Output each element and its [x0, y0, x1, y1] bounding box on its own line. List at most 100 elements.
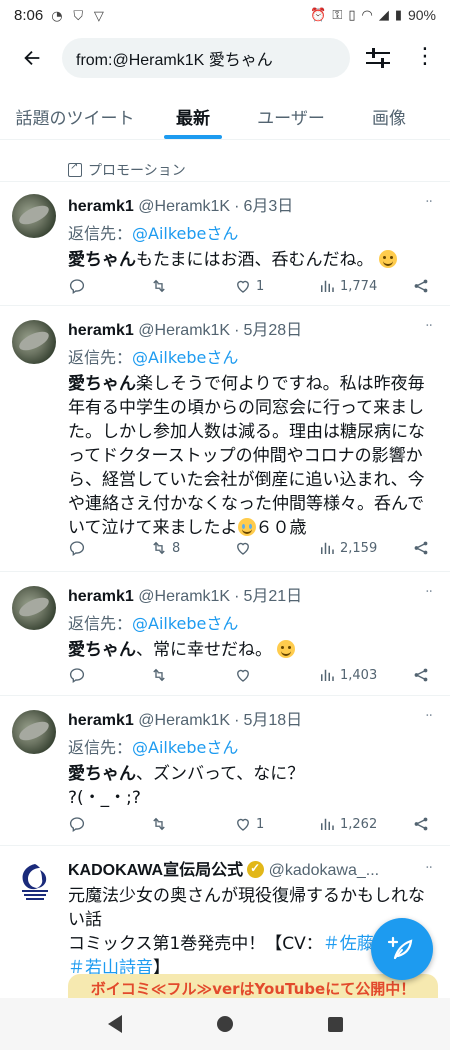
retweet-button[interactable]	[150, 815, 234, 833]
retweet-button[interactable]	[150, 277, 234, 295]
status-bar: 8:06 ◔ ⛉ ▽ ⏰ ⚿ ▯ ◠ ◢ ▮ 90%	[0, 0, 450, 30]
display-name[interactable]: KADOKAWA宣伝局公式	[68, 862, 243, 879]
share-icon	[414, 541, 428, 555]
tab-latest[interactable]: 最新	[150, 92, 236, 139]
nav-home-icon[interactable]	[216, 1016, 233, 1032]
user-handle: @Heramk1K	[138, 588, 231, 605]
like-button[interactable]	[234, 666, 318, 684]
tweet-date[interactable]: 5月28日	[243, 322, 302, 339]
share-button[interactable]	[412, 815, 430, 833]
tweet[interactable]: ·· heramk1 @Heramk1K · 5月28日 返信先：@Ailkebeさ…	[0, 306, 450, 572]
tweet-actions: 1,403	[68, 663, 430, 687]
search-header: from:@Heramk1K 愛ちゃん ⋮	[0, 36, 450, 80]
battery-icon: ▮	[394, 7, 402, 23]
retweet-button[interactable]: 8	[150, 539, 234, 557]
system-nav-bar	[0, 998, 450, 1050]
share-button[interactable]	[412, 277, 430, 295]
reply-button[interactable]	[68, 539, 150, 557]
reply-icon	[69, 541, 85, 557]
tweet-date[interactable]: 6月3日	[243, 198, 293, 215]
tab-top[interactable]: 話題のツイート	[0, 92, 150, 139]
avatar[interactable]	[12, 710, 56, 754]
retweet-count: 8	[172, 540, 181, 556]
user-handle: @Heramk1K	[138, 198, 231, 215]
status-time: 8:06	[14, 6, 44, 24]
tweet[interactable]: ·· heramk1 @Heramk1K · 5月21日 返信先：@Ailkebeさ…	[0, 572, 450, 696]
retweet-icon	[153, 279, 165, 293]
tweet[interactable]: ·· heramk1 @Heramk1K · 5月18日 返信先：@Ailkebeさ…	[0, 696, 450, 846]
reply-mention[interactable]: @Ailkebeさん	[132, 738, 238, 757]
heart-icon	[237, 818, 249, 831]
like-button[interactable]: 1	[234, 277, 318, 295]
display-name[interactable]: heramk1	[68, 198, 134, 215]
views-button[interactable]: 2,159	[318, 539, 410, 557]
display-name[interactable]: heramk1	[68, 322, 134, 339]
tweet-text-suffix: ６０歳	[255, 518, 307, 538]
tweet-text-body: 楽しそうで何よりですね。私は昨夜毎年有る中学生の頃からの同窓会に行って来ました。…	[68, 374, 425, 538]
compose-tweet-button[interactable]	[371, 918, 433, 980]
sliders-icon	[366, 48, 390, 68]
avatar[interactable]	[12, 586, 56, 630]
tab-images[interactable]: 画像	[346, 92, 432, 139]
battery-percent: 90%	[407, 7, 436, 23]
reply-mention[interactable]: @Ailkebeさん	[132, 224, 238, 243]
more-options-icon[interactable]: ⋮	[414, 42, 436, 74]
display-name[interactable]: heramk1	[68, 588, 134, 605]
views-button[interactable]: 1,262	[318, 815, 410, 833]
tab-users[interactable]: ユーザー	[236, 92, 346, 139]
back-button[interactable]	[12, 47, 52, 69]
avatar[interactable]	[12, 320, 56, 364]
views-button[interactable]: 1,774	[318, 277, 410, 295]
wifi-icon: ◠	[361, 7, 373, 23]
kadokawa-logo[interactable]	[14, 860, 56, 906]
reply-to-line: 返信先：@Ailkebeさん	[68, 610, 436, 634]
retweet-button[interactable]	[150, 666, 234, 684]
heart-icon	[237, 542, 249, 555]
vibrate-icon: ▯	[348, 7, 356, 23]
search-input[interactable]: from:@Heramk1K 愛ちゃん	[62, 38, 350, 78]
views-button[interactable]: 1,403	[318, 666, 410, 684]
like-button[interactable]	[234, 539, 318, 557]
like-count: 1	[256, 816, 265, 832]
tweet-text-body: もたまにはお酒、呑むんだね。	[136, 250, 374, 270]
reply-to-prefix: 返信先：	[68, 348, 133, 367]
tweet[interactable]: ·· heramk1 @Heramk1K · 6月3日 返信先：@Ailkebeさん…	[0, 182, 450, 306]
like-button[interactable]: 1	[234, 815, 318, 833]
hashtag[interactable]: ＃佐藤	[323, 934, 374, 954]
share-button[interactable]	[412, 539, 430, 557]
search-filter-button[interactable]	[364, 45, 392, 71]
ad-banner-image[interactable]: ボイコミ≪フル≫verはYouTubeにて公開中！	[68, 974, 438, 998]
view-count: 1,774	[340, 278, 378, 294]
share-button[interactable]	[412, 666, 430, 684]
reply-mention[interactable]: @Ailkebeさん	[132, 348, 238, 367]
phoenix-logo-icon	[22, 864, 48, 900]
tweet-date[interactable]: 5月21日	[243, 588, 302, 605]
display-name[interactable]: heramk1	[68, 712, 134, 729]
reply-button[interactable]	[68, 666, 150, 684]
heart-icon	[237, 669, 249, 682]
back-arrow-icon	[24, 50, 40, 66]
tweet-actions: 1 1,262	[68, 812, 430, 836]
highlighted-keyword: 愛ちゃん	[68, 640, 136, 660]
reply-mention[interactable]: @Ailkebeさん	[132, 614, 238, 633]
feather-plus-icon	[387, 936, 413, 960]
share-icon	[414, 279, 428, 293]
promoted-tweet-partial[interactable]: プロモーション	[0, 140, 450, 182]
tweet-date[interactable]: 5月18日	[243, 712, 302, 729]
nav-back-icon[interactable]	[107, 1015, 122, 1033]
reply-to-prefix: 返信先：	[68, 224, 133, 243]
reply-button[interactable]	[68, 277, 150, 295]
shield-icon: ⛉	[73, 9, 84, 24]
promoted-tweet[interactable]: ·· KADOKAWA宣伝局公式 @kadokawa_... 元魔法少女の奥さん…	[0, 846, 450, 998]
tweet-text-body: 、常に幸せだね。	[136, 640, 272, 660]
nav-recents-icon[interactable]	[327, 1016, 343, 1032]
avatar[interactable]	[12, 194, 56, 238]
like-count: 1	[256, 278, 265, 294]
bar-chart-icon	[321, 280, 334, 292]
reply-to-prefix: 返信先：	[68, 738, 133, 757]
tweet-text-body: 、ズンバって、なに？	[136, 764, 305, 784]
reply-to-line: 返信先：@Ailkebeさん	[68, 220, 436, 244]
reply-to-line: 返信先：@Ailkebeさん	[68, 344, 436, 368]
reply-button[interactable]	[68, 815, 150, 833]
bar-chart-icon	[321, 669, 334, 681]
